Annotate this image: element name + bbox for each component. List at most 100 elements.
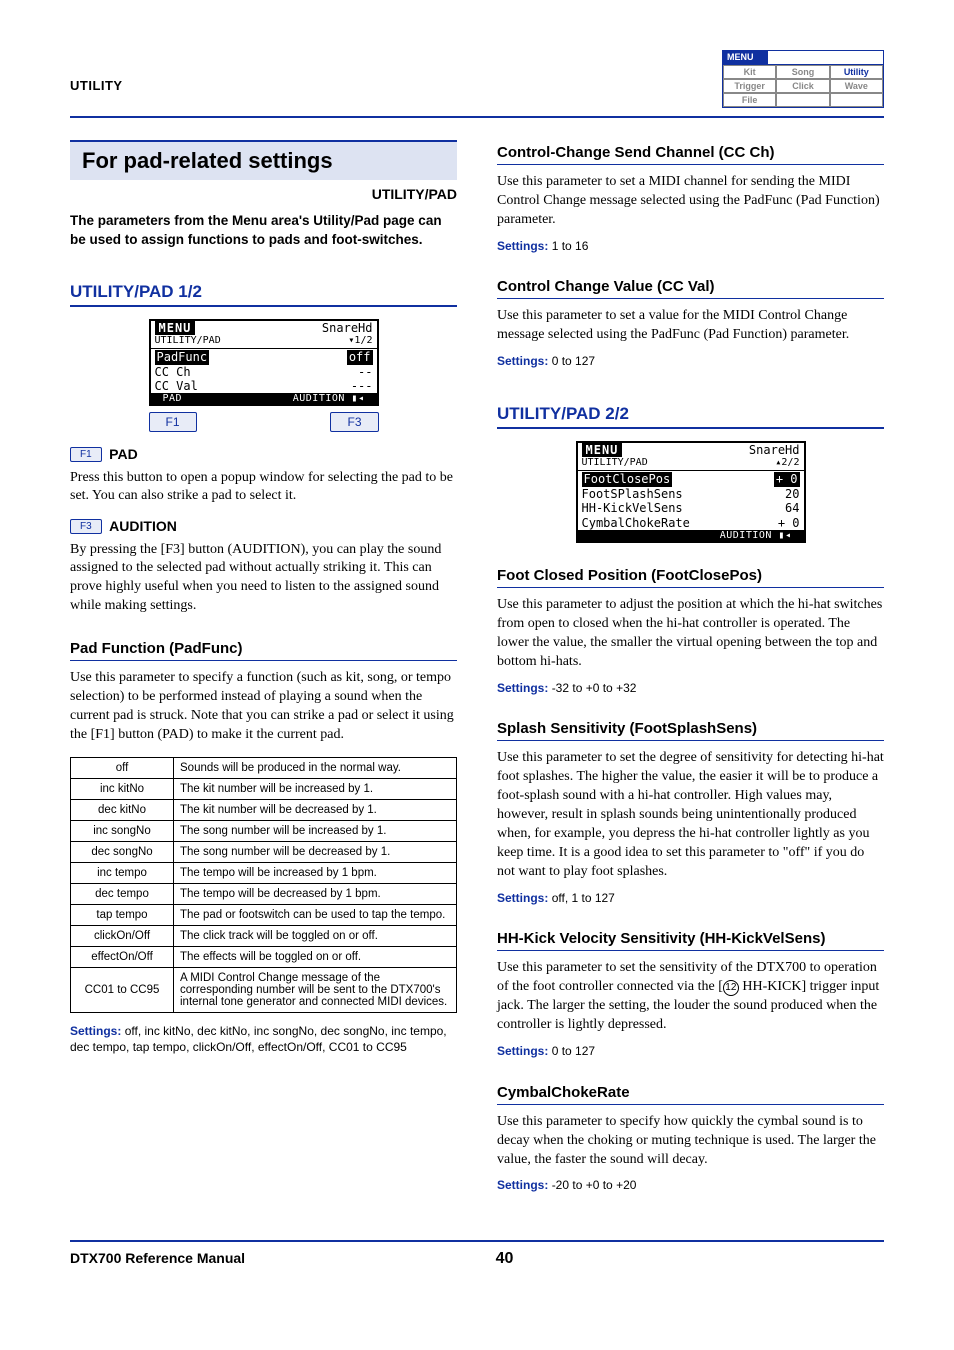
lcd-screen-2: MENUSnareHd UTILITY/PAD▴2/2 FootClosePos…: [576, 441, 806, 543]
foot-head: Foot Closed Position (FootClosePos): [497, 563, 884, 588]
menu-cell-song[interactable]: Song: [776, 65, 829, 79]
table-row: clickOn/OffThe click track will be toggl…: [71, 925, 457, 946]
manual-name: DTX700 Reference Manual: [70, 1250, 245, 1268]
table-row: tap tempoThe pad or footswitch can be us…: [71, 904, 457, 925]
pad-label: PAD: [109, 446, 138, 462]
menu-nav-card: MENU Kit Song Utility Trigger Click Wave…: [722, 50, 884, 108]
settings-label: Settings:: [497, 1178, 548, 1192]
audition-fkey-heading: F3 AUDITION: [70, 518, 457, 534]
breadcrumb-label: UTILITY/PAD: [70, 186, 457, 202]
lcd1-row0-l: PadFunc: [155, 350, 210, 364]
ccch-head: Control-Change Send Channel (CC Ch): [497, 140, 884, 165]
ccval-text: Use this parameter to set a value for th…: [497, 307, 884, 345]
splash-settings-value: off, 1 to 127: [552, 891, 615, 905]
padfunc-text: Use this parameter to specify a function…: [70, 669, 457, 745]
menu-cell-wave[interactable]: Wave: [830, 79, 883, 93]
lcd1-topright: SnareHd: [322, 321, 373, 335]
menu-grid: Kit Song Utility Trigger Click Wave File: [723, 64, 883, 107]
section-title: UTILITY: [70, 78, 123, 93]
subhead-utility-pad-1: UTILITY/PAD 1/2: [70, 278, 457, 307]
lcd2-row2-r: 64: [785, 501, 799, 515]
splash-head: Splash Sensitivity (FootSplashSens): [497, 716, 884, 741]
lcd1-row2-r: ---: [351, 379, 373, 393]
lcd2-row2-l: HH-KickVelSens: [582, 501, 683, 515]
pad-text: Press this button to open a popup window…: [70, 469, 457, 507]
menu-tab-label: MENU: [723, 51, 768, 64]
pad-fkey-heading: F1 PAD: [70, 446, 457, 462]
lcd2-br: AUDITION ▮◂: [712, 530, 800, 541]
padfunc-head: Pad Function (PadFunc): [70, 636, 457, 661]
lcd2-row3-l: CymbalChokeRate: [582, 516, 690, 530]
table-row: inc kitNoThe kit number will be increase…: [71, 778, 457, 799]
lcd1-br: AUDITION ▮◂: [285, 393, 373, 404]
menu-cell-trigger[interactable]: Trigger: [723, 79, 776, 93]
ccch-text: Use this parameter to set a MIDI channel…: [497, 173, 884, 230]
choke-head: CymbalChokeRate: [497, 1080, 884, 1105]
audition-text: By pressing the [F3] button (AUDITION), …: [70, 541, 457, 617]
settings-label: Settings:: [497, 891, 548, 905]
menu-cell-empty2: [830, 93, 883, 107]
settings-label: Settings:: [70, 1024, 121, 1038]
lcd1-bl: PAD: [155, 393, 191, 404]
intro-text: The parameters from the Menu area's Util…: [70, 212, 457, 250]
lcd2-tab: MENU: [582, 443, 623, 457]
menu-cell-kit[interactable]: Kit: [723, 65, 776, 79]
padfunc-settings: Settings: off, inc kitNo, dec kitNo, inc…: [70, 1023, 457, 1057]
page-header: UTILITY MENU Kit Song Utility Trigger Cl…: [70, 50, 884, 118]
foot-settings-value: -32 to +0 to +32: [552, 681, 637, 695]
menu-cell-file[interactable]: File: [723, 93, 776, 107]
hhkick-settings-value: 0 to 127: [552, 1044, 595, 1058]
ccch-settings-value: 1 to 16: [552, 239, 589, 253]
table-row: inc songNoThe song number will be increa…: [71, 820, 457, 841]
lcd1-page: ▾1/2: [348, 335, 372, 347]
lcd2-row1-l: FootSPlashSens: [582, 487, 683, 501]
choke-settings: Settings: -20 to +0 to +20: [497, 1177, 884, 1194]
lcd2-page: ▴2/2: [775, 457, 799, 469]
table-row: dec songNoThe song number will be decrea…: [71, 841, 457, 862]
hhkick-head: HH-Kick Velocity Sensitivity (HH-KickVel…: [497, 926, 884, 951]
menu-cell-utility[interactable]: Utility: [830, 65, 883, 79]
padfunc-table: offSounds will be produced in the normal…: [70, 757, 457, 1013]
lcd1-tab: MENU: [155, 321, 196, 335]
choke-settings-value: -20 to +0 to +20: [552, 1178, 637, 1192]
hhkick-settings: Settings: 0 to 127: [497, 1043, 884, 1060]
left-column: For pad-related settings UTILITY/PAD The…: [70, 140, 457, 1200]
hhkick-text: Use this parameter to set the sensitivit…: [497, 959, 884, 1035]
settings-label: Settings:: [497, 239, 548, 253]
f3-key-icon[interactable]: F3: [330, 412, 378, 432]
table-row: inc tempoThe tempo will be increased by …: [71, 862, 457, 883]
lcd-screen-1: MENU SnareHd UTILITY/PAD ▾1/2 PadFunc off C…: [149, 319, 379, 407]
menu-cell-click[interactable]: Click: [776, 79, 829, 93]
settings-label: Settings:: [497, 681, 548, 695]
table-row: effectOn/OffThe effects will be toggled …: [71, 946, 457, 967]
lcd1-row0-r: off: [347, 350, 373, 364]
ccval-settings-value: 0 to 127: [552, 354, 595, 368]
foot-settings: Settings: -32 to +0 to +32: [497, 680, 884, 697]
right-column: Control-Change Send Channel (CC Ch) Use …: [497, 140, 884, 1200]
choke-text: Use this parameter to specify how quickl…: [497, 1113, 884, 1170]
table-row: dec kitNoThe kit number will be decrease…: [71, 799, 457, 820]
audition-label: AUDITION: [109, 518, 177, 534]
ccval-settings: Settings: 0 to 127: [497, 353, 884, 370]
page-number: 40: [245, 1250, 764, 1268]
ccval-head: Control Change Value (CC Val): [497, 274, 884, 299]
foot-text: Use this parameter to adjust the positio…: [497, 596, 884, 672]
f3-badge: F3: [70, 519, 102, 534]
subhead-utility-pad-2: UTILITY/PAD 2/2: [497, 400, 884, 429]
lcd2-topright: SnareHd: [749, 443, 800, 457]
circled-number-icon: 12: [723, 980, 739, 996]
lcd2-path: UTILITY/PAD: [582, 457, 648, 469]
f1-key-icon[interactable]: F1: [149, 412, 197, 432]
f1-badge: F1: [70, 447, 102, 462]
lcd2-row3-r: + 0: [778, 516, 800, 530]
settings-label: Settings:: [497, 1044, 548, 1058]
page-footer: DTX700 Reference Manual 40: [70, 1240, 884, 1268]
ccch-settings: Settings: 1 to 16: [497, 238, 884, 255]
lcd2-row0-r: + 0: [774, 472, 800, 486]
table-row: CC01 to CC95A MIDI Control Change messag…: [71, 967, 457, 1012]
lcd1-row2-l: CC Val: [155, 379, 198, 393]
lcd1-path: UTILITY/PAD: [155, 335, 221, 347]
fkeys-under-lcd1: F1 F3: [149, 412, 379, 432]
box-heading: For pad-related settings: [70, 140, 457, 180]
padfunc-settings-value: off, inc kitNo, dec kitNo, inc songNo, d…: [70, 1024, 447, 1055]
